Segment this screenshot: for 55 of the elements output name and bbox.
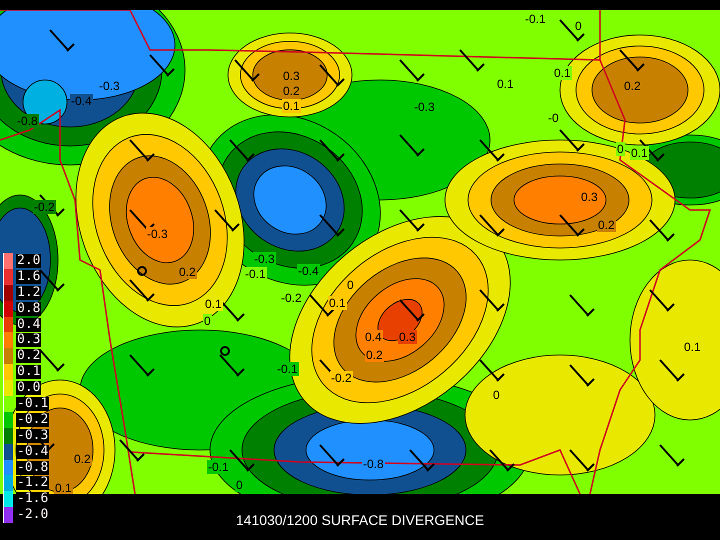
contour-label: -0.4	[70, 94, 93, 108]
contour-label: 0.2	[623, 79, 642, 93]
contour-label: 0	[346, 278, 355, 292]
contour-label: -0.1	[244, 267, 267, 281]
legend-label: 0.1	[16, 365, 42, 380]
contour-label: 0.3	[398, 330, 417, 344]
contour-label: -0.2	[280, 291, 303, 305]
contour-label: 0.2	[597, 218, 616, 232]
legend-label: -0.2	[16, 412, 50, 427]
legend-label: 1.6	[16, 270, 42, 284]
contour-label: 0	[616, 142, 625, 156]
legend-label: -1.2	[16, 476, 50, 490]
contour-label: 0.1	[282, 99, 301, 113]
legend-label: -0.1	[16, 396, 50, 411]
contour-label: 0.2	[178, 265, 197, 279]
contour-label: 0.1	[204, 297, 223, 311]
legend-label: 0.3	[16, 333, 42, 348]
legend-label: 1.2	[16, 286, 42, 300]
contour-label: -0.1	[276, 362, 299, 376]
contour-label: -0.8	[16, 114, 39, 128]
contour-label: 0.4	[364, 330, 383, 344]
legend-label: -0.3	[16, 428, 50, 443]
legend-label: -0.8	[16, 460, 50, 475]
contour-label: 0.2	[365, 348, 384, 362]
contour-label: -0.3	[98, 79, 121, 93]
contour-label: 0.3	[282, 69, 301, 83]
contour-label: 0	[492, 388, 501, 402]
contour-label: 0	[574, 19, 583, 33]
contour-label: 0	[235, 478, 244, 492]
contour-label: -0.3	[253, 252, 276, 266]
contour-label: -0.2	[330, 371, 353, 385]
contour-label: 0.2	[73, 452, 92, 466]
legend-label: 0.2	[16, 349, 42, 364]
contour-label: 0.1	[54, 481, 73, 494]
contour-label: 0.2	[282, 84, 301, 98]
contour-label: -0.1	[207, 460, 230, 474]
contour-label: -0.1	[524, 12, 547, 26]
contour-label: -0.8	[362, 457, 385, 471]
contour-label: -0.2	[33, 200, 56, 214]
contour-label: 0.1	[683, 340, 702, 354]
legend-label: 2.0	[16, 254, 42, 268]
contour-label: -0.3	[413, 100, 436, 114]
contour-label: -0.4	[297, 264, 320, 278]
contour-label: 0	[203, 314, 212, 328]
chart-title: 141030/1200 SURFACE DIVERGENCE	[236, 512, 484, 528]
legend-label: 0.4	[16, 318, 42, 332]
contour-label: -0	[547, 111, 560, 125]
contour-label: -0.3	[146, 227, 169, 241]
contour-label: 0.3	[580, 190, 599, 204]
contour-label: 0.1	[328, 296, 347, 310]
contour-label: 0.1	[630, 146, 649, 160]
legend-label: 0.0	[16, 381, 42, 396]
legend-label: 0.8	[16, 302, 42, 316]
contour-label: 0.1	[496, 77, 515, 91]
contour-label: 0.1	[553, 66, 572, 80]
